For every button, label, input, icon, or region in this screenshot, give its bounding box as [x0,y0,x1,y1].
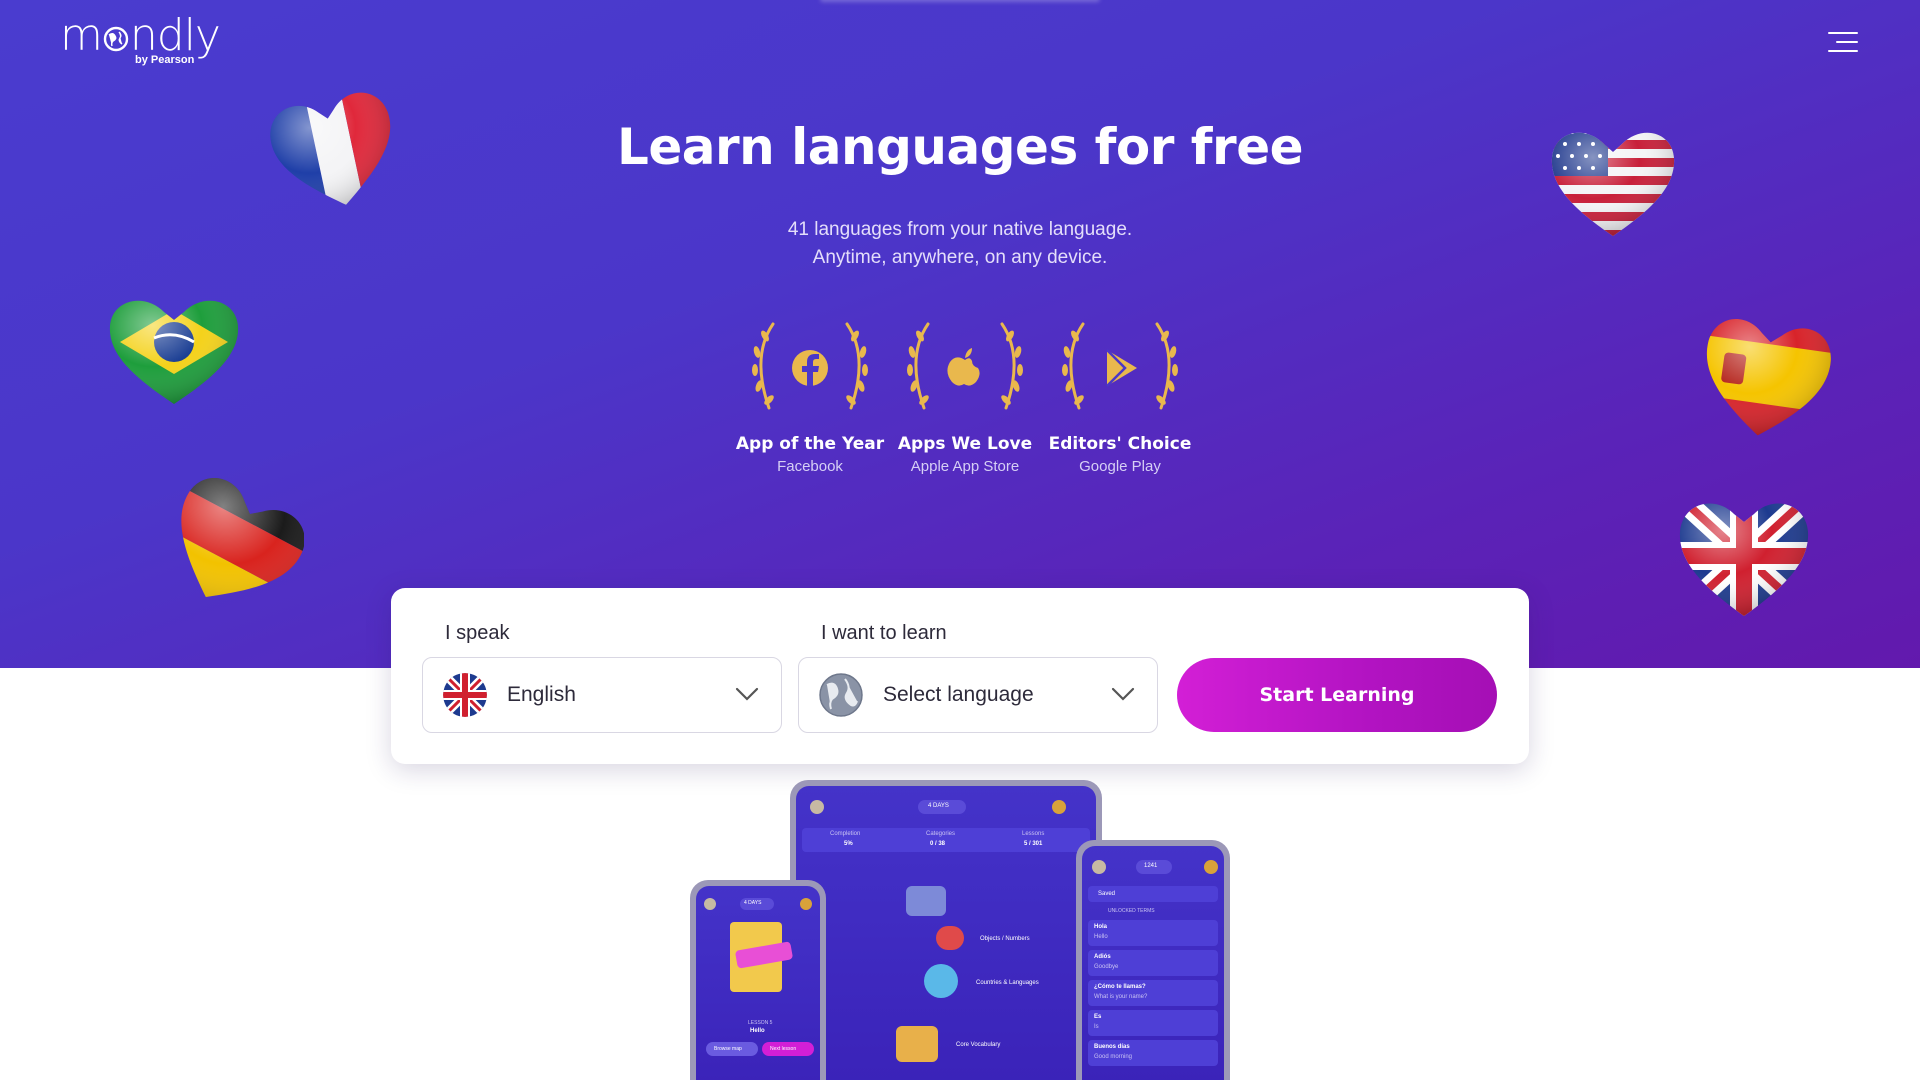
learn-language-select[interactable]: Select language [798,657,1158,733]
award-source: Facebook [777,458,843,475]
streak-text: 4 DAYS [928,803,949,809]
unlocked-label: UNLOCKED TERMS [1108,908,1155,914]
browse-map-text: Browse map [714,1046,742,1052]
term-text: Adiós [1094,954,1111,960]
streak-text: 4 DAYS [744,900,762,906]
term-meaning: What is your name? [1094,994,1148,1000]
term-meaning: Hello [1094,934,1108,940]
crown-icon [800,898,812,910]
uk-heart-balloon [1679,503,1809,617]
saved-label: Saved [1098,891,1116,897]
apple-icon [947,348,980,386]
laurel-wreath-icon [907,322,1023,410]
facebook-icon [792,350,828,386]
page-title: Learn languages for free [616,118,1304,176]
term-row [1088,920,1218,946]
chevron-down-icon [735,687,759,701]
logo-wordmark: m ndly [60,10,221,61]
term-meaning: Goodbye [1094,964,1119,970]
uk-flag-icon [443,673,487,717]
brazil-heart-balloon [109,300,239,405]
subtitle-line-1: 41 languages from your native language. [787,219,1133,240]
award-facebook: App of the Year Facebook [730,316,890,475]
laurel-wreath-icon [1062,322,1178,410]
crown-icon [1204,860,1218,874]
awards-row: App of the Year Facebook Apps We Love Ap… [730,316,1191,486]
learn-label: I want to learn [821,622,947,644]
globe-icon [103,26,129,52]
next-lesson-text: Next lesson [770,1046,797,1052]
stat-value: 5 / 301 [1024,841,1043,847]
term-meaning: Is [1094,1024,1099,1030]
start-learning-button[interactable]: Start Learning [1177,658,1497,732]
award-title: Editors' Choice [1048,434,1192,454]
category-illustration [936,926,964,950]
term-meaning: Good morning [1094,1054,1133,1060]
phone-right-mockup: 1241 Saved UNLOCKED TERMS Hola Hello Adi… [1076,840,1230,1080]
speak-language-value: English [507,683,576,706]
hero-subtitle: 41 languages from your native language. … [0,216,1920,272]
germany-heart-balloon [164,478,304,610]
category-illustration [924,964,958,998]
category-illustration [896,1026,938,1062]
term-text: Hola [1094,924,1108,930]
award-title: Apps We Love [897,434,1033,454]
chevron-down-icon [1111,687,1135,701]
avatar [810,800,824,814]
globe-icon [819,673,863,717]
crown-icon [1052,800,1066,814]
stat-value: 0 / 38 [930,841,946,847]
tablet-mockup: 4 DAYS Completion 5% Categories 0 / 38 L… [790,780,1102,1080]
avatar [704,898,716,910]
award-source: Google Play [1079,458,1161,475]
category-label: Countries & Languages [976,980,1039,986]
term-text: ¿Cómo te llamas? [1094,984,1146,990]
mondly-logo[interactable]: m ndly by Pearson [60,10,221,67]
category-label: Objects / Numbers [980,936,1030,942]
hero-section: m ndly by Pearson Learn languages for fr… [0,0,1920,668]
stat-label: Lessons [1022,831,1045,837]
learn-language-value: Select language [883,683,1034,706]
phone-right-screen: 1241 Saved UNLOCKED TERMS Hola Hello Adi… [1082,846,1224,1080]
spain-heart-balloon [1698,315,1834,442]
speak-language-select[interactable]: English [422,657,782,733]
streak-text: 1241 [1144,863,1158,869]
award-source: Apple App Store [910,458,1020,475]
award-title: App of the Year [735,434,885,454]
hamburger-menu-icon[interactable] [1828,30,1858,54]
phone-left-mockup: 4 DAYS LESSON 5 Hello Browse map Next le… [690,880,826,1080]
tablet-screen: 4 DAYS Completion 5% Categories 0 / 38 L… [796,786,1096,1080]
avatar [1092,860,1106,874]
term-text: Es [1094,1014,1102,1020]
category-illustration [906,886,946,916]
award-google-play: Editors' Choice Google Play [1040,316,1200,475]
category-label: Core Vocabulary [956,1042,1001,1048]
term-text: Buenos días [1094,1044,1130,1050]
laurel-wreath-icon [752,322,868,410]
lesson-title: Hello [750,1028,765,1034]
device-mockups: 4 DAYS Completion 5% Categories 0 / 38 L… [690,780,1230,1080]
stat-label: Categories [926,831,956,837]
stat-label: Completion [830,831,861,837]
language-selector-panel: I speak I want to learn English Select l… [391,588,1529,764]
speak-label: I speak [445,622,510,644]
hero-glow [820,0,1100,2]
award-apple: Apps We Love Apple App Store [885,316,1045,475]
logo-by-pearson: by Pearson [135,54,195,66]
google-play-icon [1106,349,1137,387]
term-row [1088,1010,1218,1036]
phone-left-screen: 4 DAYS LESSON 5 Hello Browse map Next le… [696,886,820,1080]
lesson-label: LESSON 5 [748,1020,773,1026]
subtitle-line-2: Anytime, anywhere, on any device. [812,247,1108,268]
stat-value: 5% [844,841,853,847]
